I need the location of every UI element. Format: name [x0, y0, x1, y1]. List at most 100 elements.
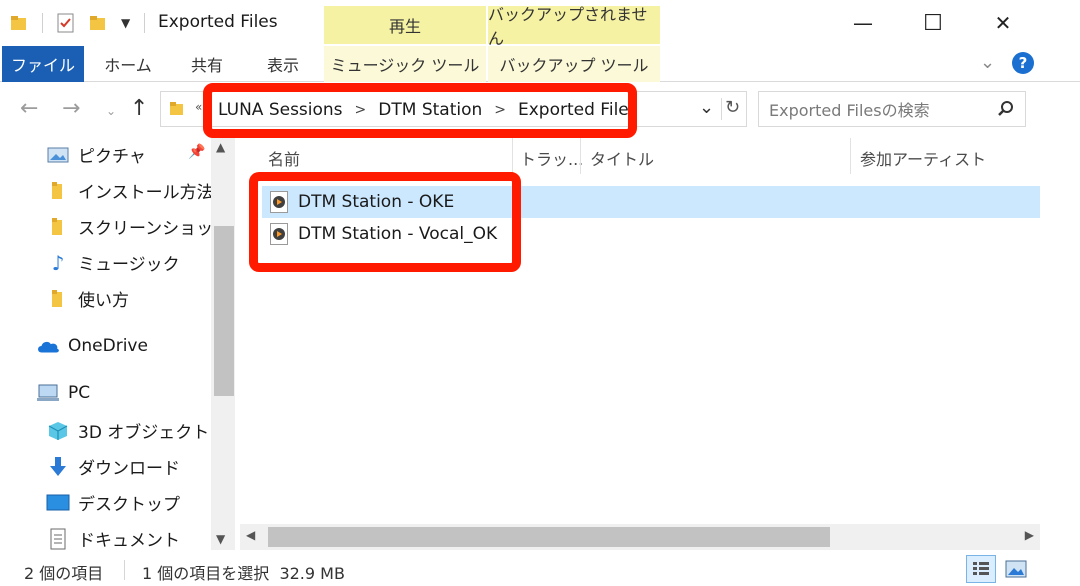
file-row[interactable]: DTM Station - OKE	[262, 186, 1040, 218]
pin-icon[interactable]: 📌	[188, 144, 205, 160]
audio-file-icon	[270, 191, 288, 213]
folder-icon	[46, 288, 70, 310]
minimize-icon: —	[853, 11, 873, 35]
contextual-tab-backup[interactable]: バックアップされません	[488, 5, 660, 48]
folder-icon	[170, 102, 183, 115]
nav-item-3d-objects[interactable]: 3D オブジェクト	[46, 418, 209, 443]
nav-item-label: デスクトップ	[78, 495, 180, 515]
content-scroll-thumb[interactable]	[268, 527, 830, 547]
status-item-count: 2 個の項目	[24, 564, 104, 583]
audio-file-icon	[270, 223, 288, 245]
column-divider[interactable]	[580, 138, 581, 174]
refresh-icon[interactable]: ↻	[725, 97, 740, 118]
nav-item-label: OneDrive	[68, 336, 148, 356]
nav-item-label: ドキュメント	[78, 531, 180, 551]
new-folder-icon[interactable]	[89, 14, 107, 32]
title-bar: ▼ Exported Files 再生 バックアップされません — ☐ ✕	[0, 0, 1080, 48]
nav-item-screenshots[interactable]: スクリーンショット	[46, 214, 230, 239]
window-title: Exported Files	[158, 12, 278, 32]
address-history-icon[interactable]: ⌄	[699, 97, 714, 118]
back-icon[interactable]: ←	[20, 96, 38, 121]
column-header-track[interactable]: トラッ...	[520, 146, 583, 170]
scroll-up-icon[interactable]: ▲	[216, 140, 225, 154]
nav-item-label: スクリーンショット	[78, 219, 231, 239]
search-placeholder: Exported Filesの検索	[769, 101, 930, 120]
status-selection: 1 個の項目を選択 32.9 MB	[142, 564, 345, 583]
file-name: DTM Station - OKE	[298, 192, 455, 212]
nav-pane-scroll-thumb[interactable]	[214, 226, 234, 396]
3d-objects-icon	[46, 420, 70, 442]
scroll-down-icon[interactable]: ▼	[216, 532, 225, 546]
onedrive-icon	[36, 335, 60, 357]
forward-icon[interactable]: →	[62, 96, 80, 121]
large-icons-view-icon[interactable]	[1002, 557, 1030, 581]
tab-backup-tools[interactable]: バックアップ ツール	[488, 46, 660, 82]
close-icon: ✕	[994, 11, 1012, 35]
file-row[interactable]: DTM Station - Vocal_OK	[262, 218, 1040, 250]
folder-icon	[46, 216, 70, 238]
desktop-icon	[46, 492, 70, 514]
breadcrumb: LUNA Sessions > DTM Station > Exported F…	[218, 99, 638, 121]
download-icon	[46, 456, 70, 478]
expand-ribbon-icon[interactable]: ⌄	[980, 52, 995, 73]
nav-item-onedrive[interactable]: OneDrive	[36, 335, 148, 357]
column-divider[interactable]	[512, 138, 513, 174]
nav-item-pictures[interactable]: ピクチャ	[46, 142, 146, 167]
nav-item-label: ダウンロード	[78, 459, 180, 479]
folder-icon	[46, 180, 70, 202]
nav-item-install-guide[interactable]: インストール方法	[46, 178, 214, 203]
folder-icon	[11, 16, 26, 30]
tab-home[interactable]: ホーム	[92, 46, 164, 82]
nav-item-downloads[interactable]: ダウンロード	[46, 454, 180, 479]
chevron-right-icon[interactable]: >	[494, 102, 506, 118]
tab-file[interactable]: ファイル	[2, 46, 84, 82]
scroll-left-icon[interactable]: ◀	[246, 528, 255, 542]
file-name: DTM Station - Vocal_OK	[298, 224, 498, 244]
search-input[interactable]: Exported Filesの検索	[758, 91, 1026, 127]
breadcrumb-item[interactable]: DTM Station	[378, 100, 482, 120]
minimize-button[interactable]: —	[828, 0, 898, 46]
column-header-name[interactable]: 名前	[268, 146, 300, 170]
overflow-crumbs-icon[interactable]: «	[195, 100, 202, 114]
nav-item-pc[interactable]: PC	[36, 382, 90, 404]
recent-locations-icon[interactable]: ⌄	[106, 104, 116, 118]
close-button[interactable]: ✕	[968, 0, 1038, 46]
chevron-right-icon[interactable]: >	[355, 102, 367, 118]
contextual-tab-backup-label: バックアップされません	[488, 5, 648, 48]
nav-item-music[interactable]: ♪ ミュージック	[46, 250, 180, 276]
help-icon[interactable]: ?	[1012, 52, 1034, 74]
ribbon-tabs: ファイル ホーム 共有 表示 ミュージック ツール バックアップ ツール ⌄ ?	[0, 46, 1080, 82]
breadcrumb-item[interactable]: Exported Files	[518, 100, 638, 120]
music-icon: ♪	[51, 250, 65, 275]
documents-icon	[46, 528, 70, 550]
scroll-right-icon[interactable]: ▶	[1025, 528, 1034, 542]
column-header-artist[interactable]: 参加アーティスト	[860, 146, 986, 170]
maximize-button[interactable]: ☐	[898, 0, 968, 46]
properties-icon[interactable]	[57, 13, 75, 33]
status-divider	[124, 560, 125, 580]
tab-share[interactable]: 共有	[172, 46, 242, 82]
quick-access-toolbar: ▼	[10, 10, 146, 36]
up-icon[interactable]: ↑	[130, 96, 148, 121]
sort-indicator-icon: ˄	[378, 130, 384, 144]
nav-item-label: ピクチャ	[78, 147, 146, 167]
column-header-title[interactable]: タイトル	[590, 146, 654, 170]
column-divider[interactable]	[850, 138, 851, 174]
customize-qat-icon[interactable]: ▼	[121, 16, 130, 30]
tab-view[interactable]: 表示	[250, 46, 316, 82]
search-icon[interactable]	[997, 100, 1015, 118]
contextual-tab-play[interactable]: 再生	[324, 6, 486, 44]
nav-item-label: 3D オブジェクト	[78, 423, 210, 443]
details-view-icon[interactable]	[966, 555, 996, 583]
pictures-icon	[46, 144, 70, 166]
tab-music-tools[interactable]: ミュージック ツール	[324, 46, 486, 82]
nav-item-documents[interactable]: ドキュメント	[46, 526, 180, 551]
nav-item-label: インストール方法	[78, 183, 214, 203]
nav-item-label: PC	[68, 383, 91, 403]
toolbar-divider	[42, 13, 43, 33]
nav-item-desktop[interactable]: デスクトップ	[46, 490, 180, 515]
breadcrumb-item[interactable]: LUNA Sessions	[218, 100, 343, 120]
status-bar: 2 個の項目 1 個の項目を選択 32.9 MB	[0, 552, 1080, 586]
nav-item-howto[interactable]: 使い方	[46, 286, 129, 311]
nav-item-label: ミュージック	[78, 255, 180, 275]
